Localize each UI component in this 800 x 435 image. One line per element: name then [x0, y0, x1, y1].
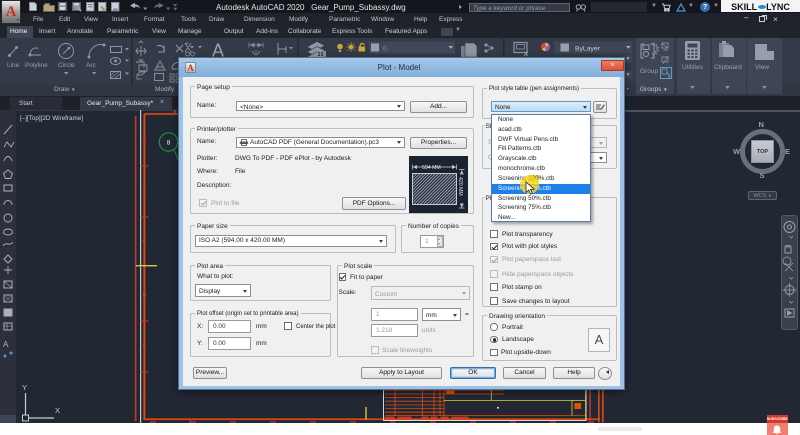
svg-text:8: 8: [167, 140, 171, 147]
svg-text:A: A: [143, 140, 147, 146]
svg-text:Clipboard: Clipboard: [714, 64, 742, 71]
svg-text:0: 0: [383, 46, 387, 53]
svg-text:E: E: [143, 344, 147, 350]
svg-text:Y: Y: [22, 383, 27, 392]
svg-text:Utilities: Utilities: [682, 64, 704, 71]
svg-text:B: B: [143, 190, 147, 196]
svg-text:View: View: [755, 64, 769, 71]
svg-text:420 MM: 420 MM: [457, 177, 463, 196]
svg-text:Group: Group: [640, 68, 658, 75]
svg-text:C: C: [143, 239, 147, 245]
svg-text:X: X: [55, 406, 60, 415]
svg-text:Polyline: Polyline: [25, 62, 48, 69]
svg-text:D: D: [143, 293, 147, 299]
svg-text:Arc: Arc: [86, 62, 97, 69]
svg-text:F: F: [143, 396, 146, 402]
svg-text:Circle: Circle: [58, 62, 75, 69]
svg-text:ByLayer: ByLayer: [575, 46, 601, 53]
svg-text:Line: Line: [7, 62, 20, 69]
svg-text:594 MM: 594 MM: [422, 165, 441, 171]
